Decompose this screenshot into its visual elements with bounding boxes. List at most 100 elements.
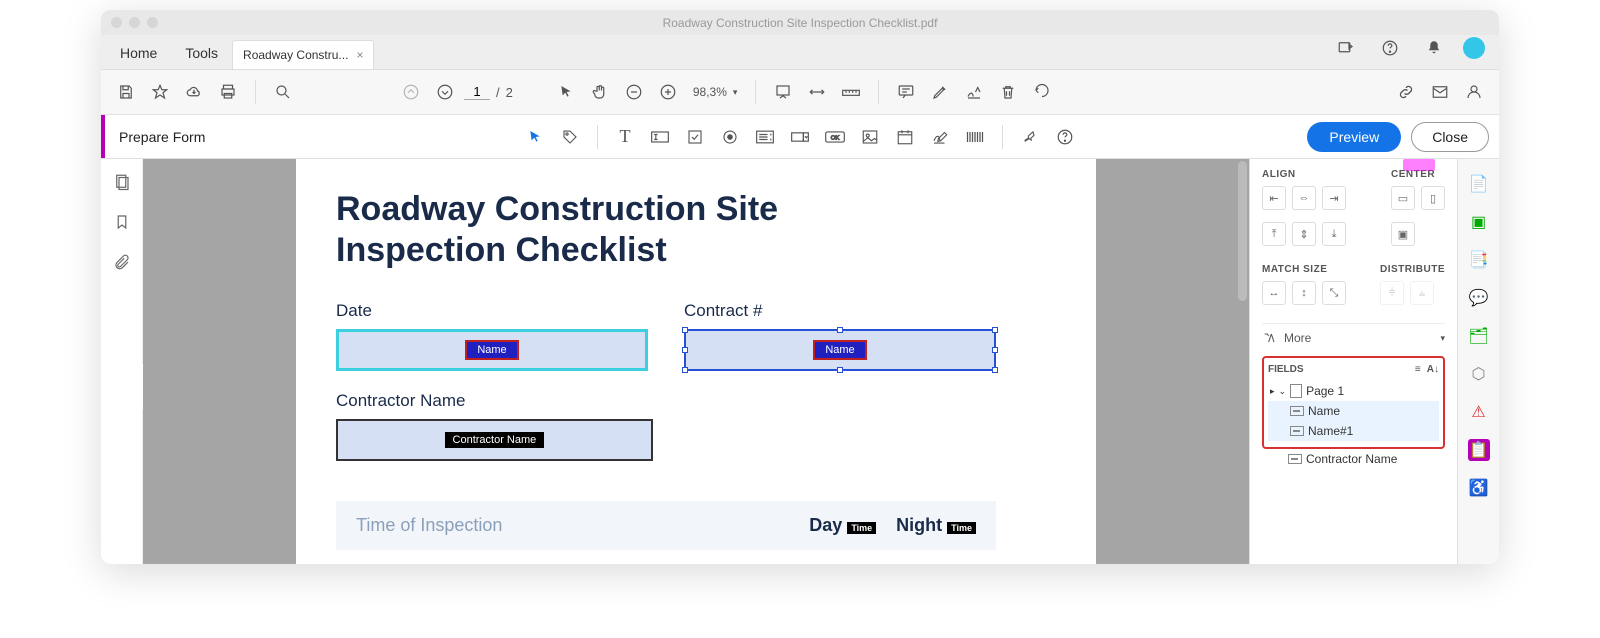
organize-icon[interactable]: 🗂: [1468, 325, 1490, 347]
tag-tool[interactable]: [554, 121, 586, 153]
attachment-icon[interactable]: [113, 253, 131, 271]
avatar[interactable]: [1463, 37, 1485, 59]
tools-tab[interactable]: Tools: [171, 37, 232, 69]
pointer-icon[interactable]: [551, 77, 581, 107]
document-tab[interactable]: Roadway Constru... ×: [232, 40, 374, 69]
image-tool[interactable]: [854, 121, 886, 153]
link-icon[interactable]: [1391, 77, 1421, 107]
svg-text:OK: OK: [831, 135, 840, 141]
button-tool[interactable]: OK: [819, 121, 851, 153]
save-icon[interactable]: [111, 77, 141, 107]
match-h-icon[interactable]: ↕: [1292, 281, 1316, 305]
tree-page-1[interactable]: ▸⌄ Page 1: [1268, 381, 1439, 401]
doc-scrollbar[interactable]: [1235, 159, 1249, 564]
zoom-value[interactable]: 98,3% ▾: [687, 85, 744, 99]
contractor-label: Contractor Name: [336, 391, 653, 411]
align-center-v-icon[interactable]: ⇕: [1292, 222, 1316, 246]
align-right-icon[interactable]: ⇥: [1322, 186, 1346, 210]
bell-icon[interactable]: [1419, 33, 1449, 63]
help-icon[interactable]: [1375, 33, 1405, 63]
bookmark-icon[interactable]: [113, 213, 131, 231]
match-w-icon[interactable]: ↔: [1262, 281, 1286, 305]
star-icon[interactable]: [145, 77, 175, 107]
radio-tool[interactable]: [714, 121, 746, 153]
text-tool[interactable]: T: [609, 121, 641, 153]
page-up-icon[interactable]: [396, 77, 426, 107]
print-icon[interactable]: [213, 77, 243, 107]
date-label: Date: [336, 301, 648, 321]
mode-label: Prepare Form: [119, 129, 205, 145]
center-both-icon[interactable]: ▣: [1391, 222, 1415, 246]
date-tool[interactable]: [889, 121, 921, 153]
sort-order-icon[interactable]: ≡: [1415, 364, 1421, 375]
pin-icon[interactable]: [1014, 121, 1046, 153]
align-bottom-icon[interactable]: ⤓: [1322, 222, 1346, 246]
signature-tool[interactable]: [924, 121, 956, 153]
share-icon[interactable]: [1331, 33, 1361, 63]
ruler-icon[interactable]: [836, 77, 866, 107]
accessibility-icon[interactable]: ♿: [1468, 477, 1490, 499]
undo-icon[interactable]: [1027, 77, 1057, 107]
thumbnails-icon[interactable]: [113, 173, 131, 191]
zoom-in-icon[interactable]: [653, 77, 683, 107]
field-tag: Name: [813, 340, 866, 360]
contract-field[interactable]: Name: [684, 329, 996, 371]
select-tool[interactable]: [519, 121, 551, 153]
fit-page-icon[interactable]: [802, 77, 832, 107]
field-tag: Contractor Name: [445, 432, 545, 448]
help2-icon[interactable]: [1049, 121, 1081, 153]
zoom-out-icon[interactable]: [619, 77, 649, 107]
sort-alpha-icon[interactable]: A↓: [1427, 364, 1439, 375]
comment-icon[interactable]: [891, 77, 921, 107]
page-down-icon[interactable]: [430, 77, 460, 107]
comment-tool-icon[interactable]: 💬: [1468, 287, 1490, 309]
mail-icon[interactable]: [1425, 77, 1455, 107]
center-v-icon[interactable]: ▯: [1421, 186, 1445, 210]
create-pdf-icon[interactable]: 📄: [1468, 173, 1490, 195]
highlight-icon[interactable]: [925, 77, 955, 107]
close-button[interactable]: Close: [1411, 122, 1489, 152]
edit-pdf-icon[interactable]: ▣: [1468, 211, 1490, 233]
traffic-lights[interactable]: [111, 17, 158, 28]
page-icon: [1290, 384, 1302, 398]
protect-icon[interactable]: ⬡: [1468, 363, 1490, 385]
center-h-icon[interactable]: ▭: [1391, 186, 1415, 210]
page-title: Roadway Construction Site Inspection Che…: [336, 189, 996, 271]
dist-h-icon[interactable]: ⫩: [1380, 281, 1404, 305]
page-current-input[interactable]: [464, 84, 490, 100]
dist-v-icon[interactable]: ⫨: [1410, 281, 1434, 305]
search-icon[interactable]: [268, 77, 298, 107]
tree-field-contractor[interactable]: Contractor Name: [1262, 449, 1445, 469]
prepare-form-icon[interactable]: 📋: [1468, 439, 1490, 461]
fit-width-icon[interactable]: [768, 77, 798, 107]
trash-icon[interactable]: [993, 77, 1023, 107]
sign-icon[interactable]: [959, 77, 989, 107]
more-menu[interactable]: More ▾: [1262, 323, 1445, 352]
cloud-icon[interactable]: [179, 77, 209, 107]
home-tab[interactable]: Home: [106, 37, 171, 69]
profile-icon[interactable]: [1459, 77, 1489, 107]
align-top-icon[interactable]: ⤒: [1262, 222, 1286, 246]
match-both-icon[interactable]: ⤡: [1322, 281, 1346, 305]
field-icon: [1290, 426, 1304, 436]
align-left-icon[interactable]: ⇤: [1262, 186, 1286, 210]
distribute-heading: DISTRIBUTE: [1380, 264, 1445, 275]
center-heading: CENTER: [1391, 169, 1445, 180]
barcode-tool[interactable]: [959, 121, 991, 153]
tree-field-name[interactable]: Name: [1268, 401, 1439, 421]
align-center-h-icon[interactable]: ⇔: [1292, 186, 1316, 210]
date-field[interactable]: Name: [336, 329, 648, 371]
tree-field-name1[interactable]: Name#1: [1268, 421, 1439, 441]
fields-heading: FIELDS: [1268, 364, 1304, 375]
alert-icon[interactable]: ⚠: [1468, 401, 1490, 423]
export-pdf-icon[interactable]: 📑: [1468, 249, 1490, 271]
textfield-tool[interactable]: [644, 121, 676, 153]
close-tab-icon[interactable]: ×: [356, 48, 363, 62]
checkbox-tool[interactable]: [679, 121, 711, 153]
hand-icon[interactable]: [585, 77, 615, 107]
preview-button[interactable]: Preview: [1307, 122, 1401, 152]
dropdown-tool[interactable]: [784, 121, 816, 153]
contractor-field[interactable]: Contractor Name: [336, 419, 653, 461]
listbox-tool[interactable]: [749, 121, 781, 153]
contract-label: Contract #: [684, 301, 996, 321]
